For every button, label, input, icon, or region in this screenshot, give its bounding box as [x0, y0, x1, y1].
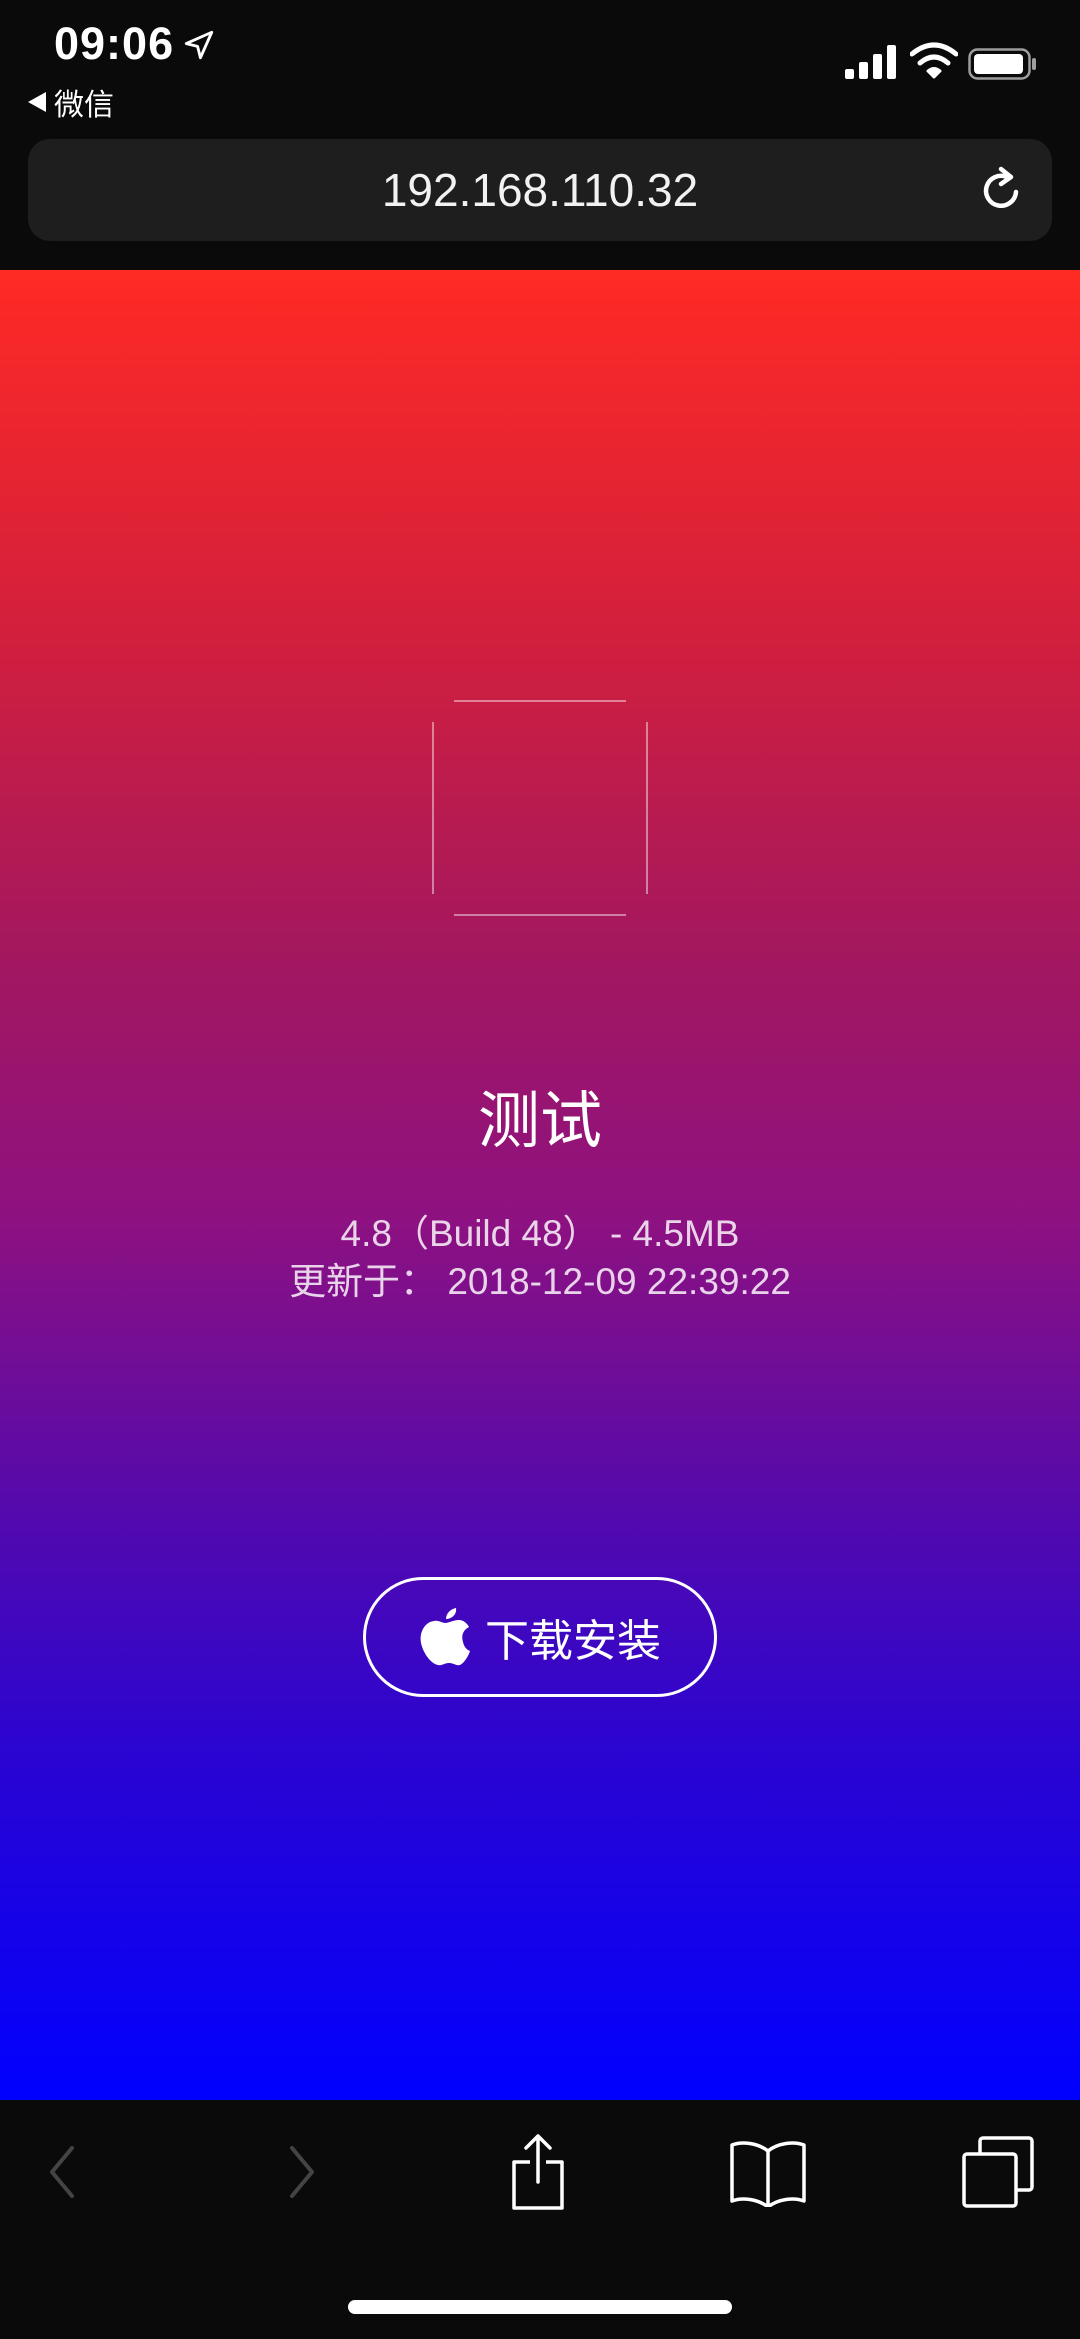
wifi-icon — [910, 42, 958, 79]
status-bar: 09:06 微信 — [0, 0, 1080, 130]
back-to-app-button[interactable]: 微信 — [28, 80, 114, 124]
location-arrow-icon — [184, 30, 214, 60]
share-icon — [512, 2134, 564, 2210]
url-text[interactable]: 192.168.110.32 — [28, 163, 1052, 217]
status-time: 09:06 — [54, 18, 175, 69]
battery-icon — [968, 48, 1036, 80]
forward-icon — [290, 2146, 314, 2198]
bookmarks-button[interactable] — [728, 2132, 808, 2212]
install-label: 下载安装 — [485, 1617, 661, 1666]
tabs-button[interactable] — [958, 2132, 1038, 2212]
tabs-icon — [962, 2136, 1034, 2208]
version-info: 4.8（Build 48） - 4.5MB — [340, 1213, 740, 1254]
bookmarks-icon — [730, 2141, 806, 2207]
back-app-label: 微信 — [54, 89, 114, 122]
apple-icon — [420, 1608, 470, 1666]
update-time: 更新于： 2018-12-09 22:39:22 — [289, 1261, 791, 1302]
app-icon-placeholder — [432, 700, 648, 916]
app-meta: 4.8（Build 48） - 4.5MB 更新于： 2018-12-09 22… — [0, 1210, 1080, 1306]
back-button[interactable] — [22, 2132, 102, 2212]
share-button[interactable] — [498, 2132, 578, 2212]
install-button[interactable]: 下载安装 — [363, 1577, 717, 1697]
reload-icon[interactable] — [976, 165, 1026, 215]
back-icon — [50, 2146, 74, 2198]
back-triangle-icon — [28, 92, 46, 112]
url-bar[interactable]: 192.168.110.32 — [28, 139, 1052, 241]
app-name: 测试 — [477, 1084, 602, 1157]
app-download-page: 测试 4.8（Build 48） - 4.5MB 更新于： 2018-12-09… — [0, 270, 1080, 2100]
cellular-signal-icon — [845, 45, 896, 79]
forward-button[interactable] — [262, 2132, 342, 2212]
home-indicator[interactable] — [348, 2300, 732, 2314]
